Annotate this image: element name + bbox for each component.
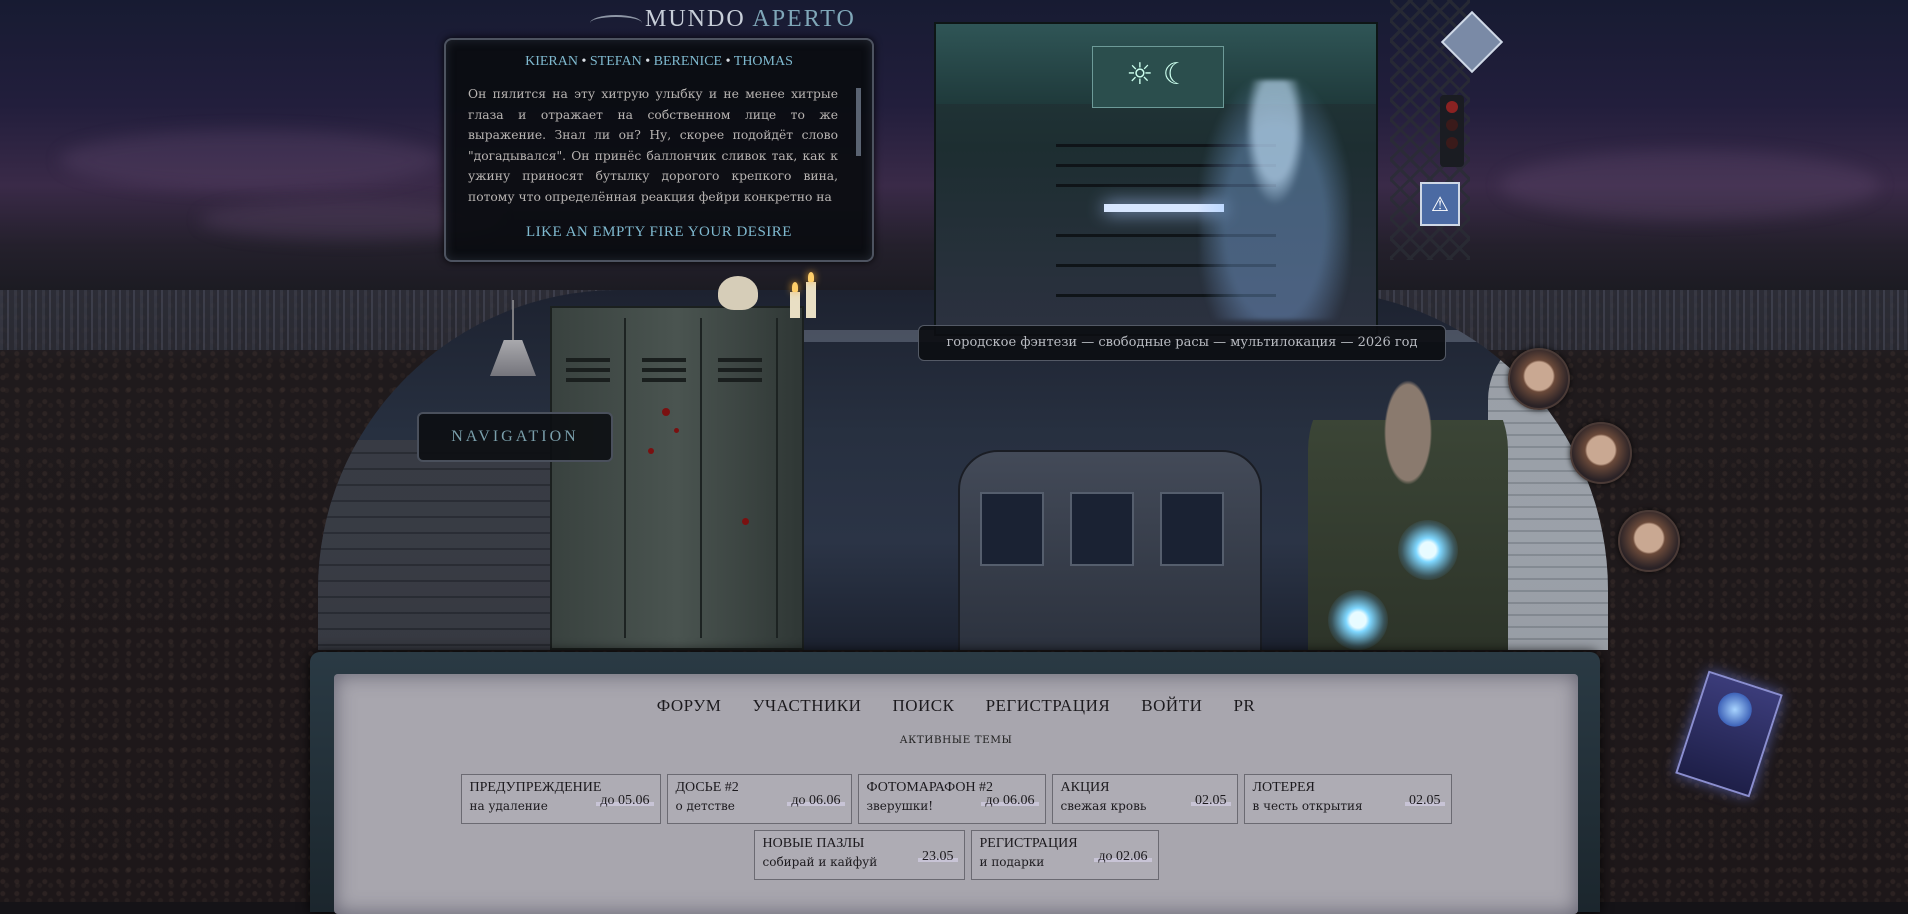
skull-decoration: [718, 276, 758, 310]
navigation-button[interactable]: NAVIGATION: [417, 412, 613, 462]
topic-card[interactable]: ФОТОМАРАФОН #2 зверушки! до 06.06: [857, 774, 1046, 824]
cloud: [1500, 150, 1880, 220]
train-window: [1160, 492, 1224, 566]
candle-icon: [806, 272, 816, 318]
episode-title-link[interactable]: LIKE AN EMPTY FIRE YOUR DESIRE: [446, 224, 872, 241]
site-tagline: городское фэнтези — свободные расы — мул…: [918, 325, 1446, 361]
hanging-lamp: [490, 300, 536, 380]
topic-card[interactable]: РЕГИСТРАЦИЯ и подарки до 02.06: [970, 830, 1159, 880]
topic-card[interactable]: ПРЕДУПРЕЖДЕНИЕ на удаление до 05.06: [460, 774, 661, 824]
participant-name[interactable]: STEFAN: [590, 54, 642, 69]
topic-date: 02.05: [1405, 793, 1445, 809]
spirit-tiger: [1200, 80, 1350, 320]
train-window: [1070, 492, 1134, 566]
menu-pr[interactable]: PR: [1233, 696, 1255, 715]
cloud: [60, 130, 440, 190]
topics-row: ПРЕДУПРЕЖДЕНИЕ на удаление до 05.06 ДОСЬ…: [334, 774, 1578, 824]
locker-door: [704, 318, 778, 638]
scrollbar[interactable]: [856, 88, 861, 156]
magic-glow: [1398, 520, 1458, 580]
logo-word-1: MUNDO: [645, 6, 746, 32]
main-menu: ФОРУМ УЧАСТНИКИ ПОИСК РЕГИСТРАЦИЯ ВОЙТИ …: [334, 696, 1578, 716]
character-portrait[interactable]: [1508, 348, 1570, 410]
topic-card[interactable]: ЛОТЕРЕЯ в честь открытия 02.05: [1243, 774, 1452, 824]
magic-glow: [1328, 590, 1388, 650]
topic-date: 02.05: [1191, 793, 1231, 809]
separator-dot: •: [645, 54, 651, 69]
main-panel: ФОРУМ УЧАСТНИКИ ПОИСК РЕГИСТРАЦИЯ ВОЙТИ …: [334, 674, 1578, 914]
locker-door: [552, 318, 626, 638]
active-topics: ПРЕДУПРЕЖДЕНИЕ на удаление до 05.06 ДОСЬ…: [334, 774, 1578, 886]
post-excerpt: Он пялится на эту хитрую улыбку и не мен…: [468, 87, 838, 204]
active-topics-heading: АКТИВНЫЕ ТЕМЫ: [899, 734, 1013, 746]
topic-date: до 06.06: [981, 793, 1039, 809]
menu-register[interactable]: РЕГИСТРАЦИЯ: [986, 696, 1111, 715]
topic-card[interactable]: НОВЫЕ ПАЗЛЫ собирай и кайфуй 23.05: [753, 830, 965, 880]
brick-wall: [318, 440, 558, 650]
candle-icon: [790, 282, 800, 318]
topics-row: НОВЫЕ ПАЗЛЫ собирай и кайфуй 23.05 РЕГИС…: [334, 830, 1578, 880]
participant-name[interactable]: THOMAS: [734, 54, 793, 69]
participant-name[interactable]: BERENICE: [654, 54, 722, 69]
menu-members[interactable]: УЧАСТНИКИ: [752, 696, 861, 715]
separator-dot: •: [581, 54, 587, 69]
menu-login[interactable]: ВОЙТИ: [1141, 696, 1202, 715]
locker-door: [628, 318, 702, 638]
topic-card[interactable]: ДОСЬЕ #2 о детстве до 06.06: [666, 774, 852, 824]
topic-date: 23.05: [918, 849, 958, 865]
participant-name[interactable]: KIERAN: [525, 54, 578, 69]
topic-date: до 02.06: [1094, 849, 1152, 865]
character-portrait[interactable]: [1570, 422, 1632, 484]
train-window: [980, 492, 1044, 566]
topic-date: до 06.06: [787, 793, 845, 809]
menu-forum[interactable]: ФОРУМ: [657, 696, 722, 715]
pedestrian-crossing-icon: ⚠: [1420, 182, 1460, 226]
logo-swirl: [590, 15, 642, 31]
traffic-light-icon: [1440, 95, 1464, 167]
separator-dot: •: [725, 54, 731, 69]
site-logo[interactable]: MUNDO APERTO: [645, 6, 856, 33]
topic-date: до 05.06: [596, 793, 654, 809]
post-participants: KIERAN • STEFAN • BERENICE • THOMAS: [446, 54, 872, 70]
menu-search[interactable]: ПОИСК: [892, 696, 954, 715]
character-portrait[interactable]: [1618, 510, 1680, 572]
subway-train: [958, 450, 1262, 650]
topic-card[interactable]: АКЦИЯ свежая кровь 02.05: [1051, 774, 1238, 824]
metal-locker: [550, 306, 804, 650]
featured-post-box: KIERAN • STEFAN • BERENICE • THOMAS Он п…: [444, 38, 874, 262]
logo-word-2: APERTO: [752, 6, 856, 32]
